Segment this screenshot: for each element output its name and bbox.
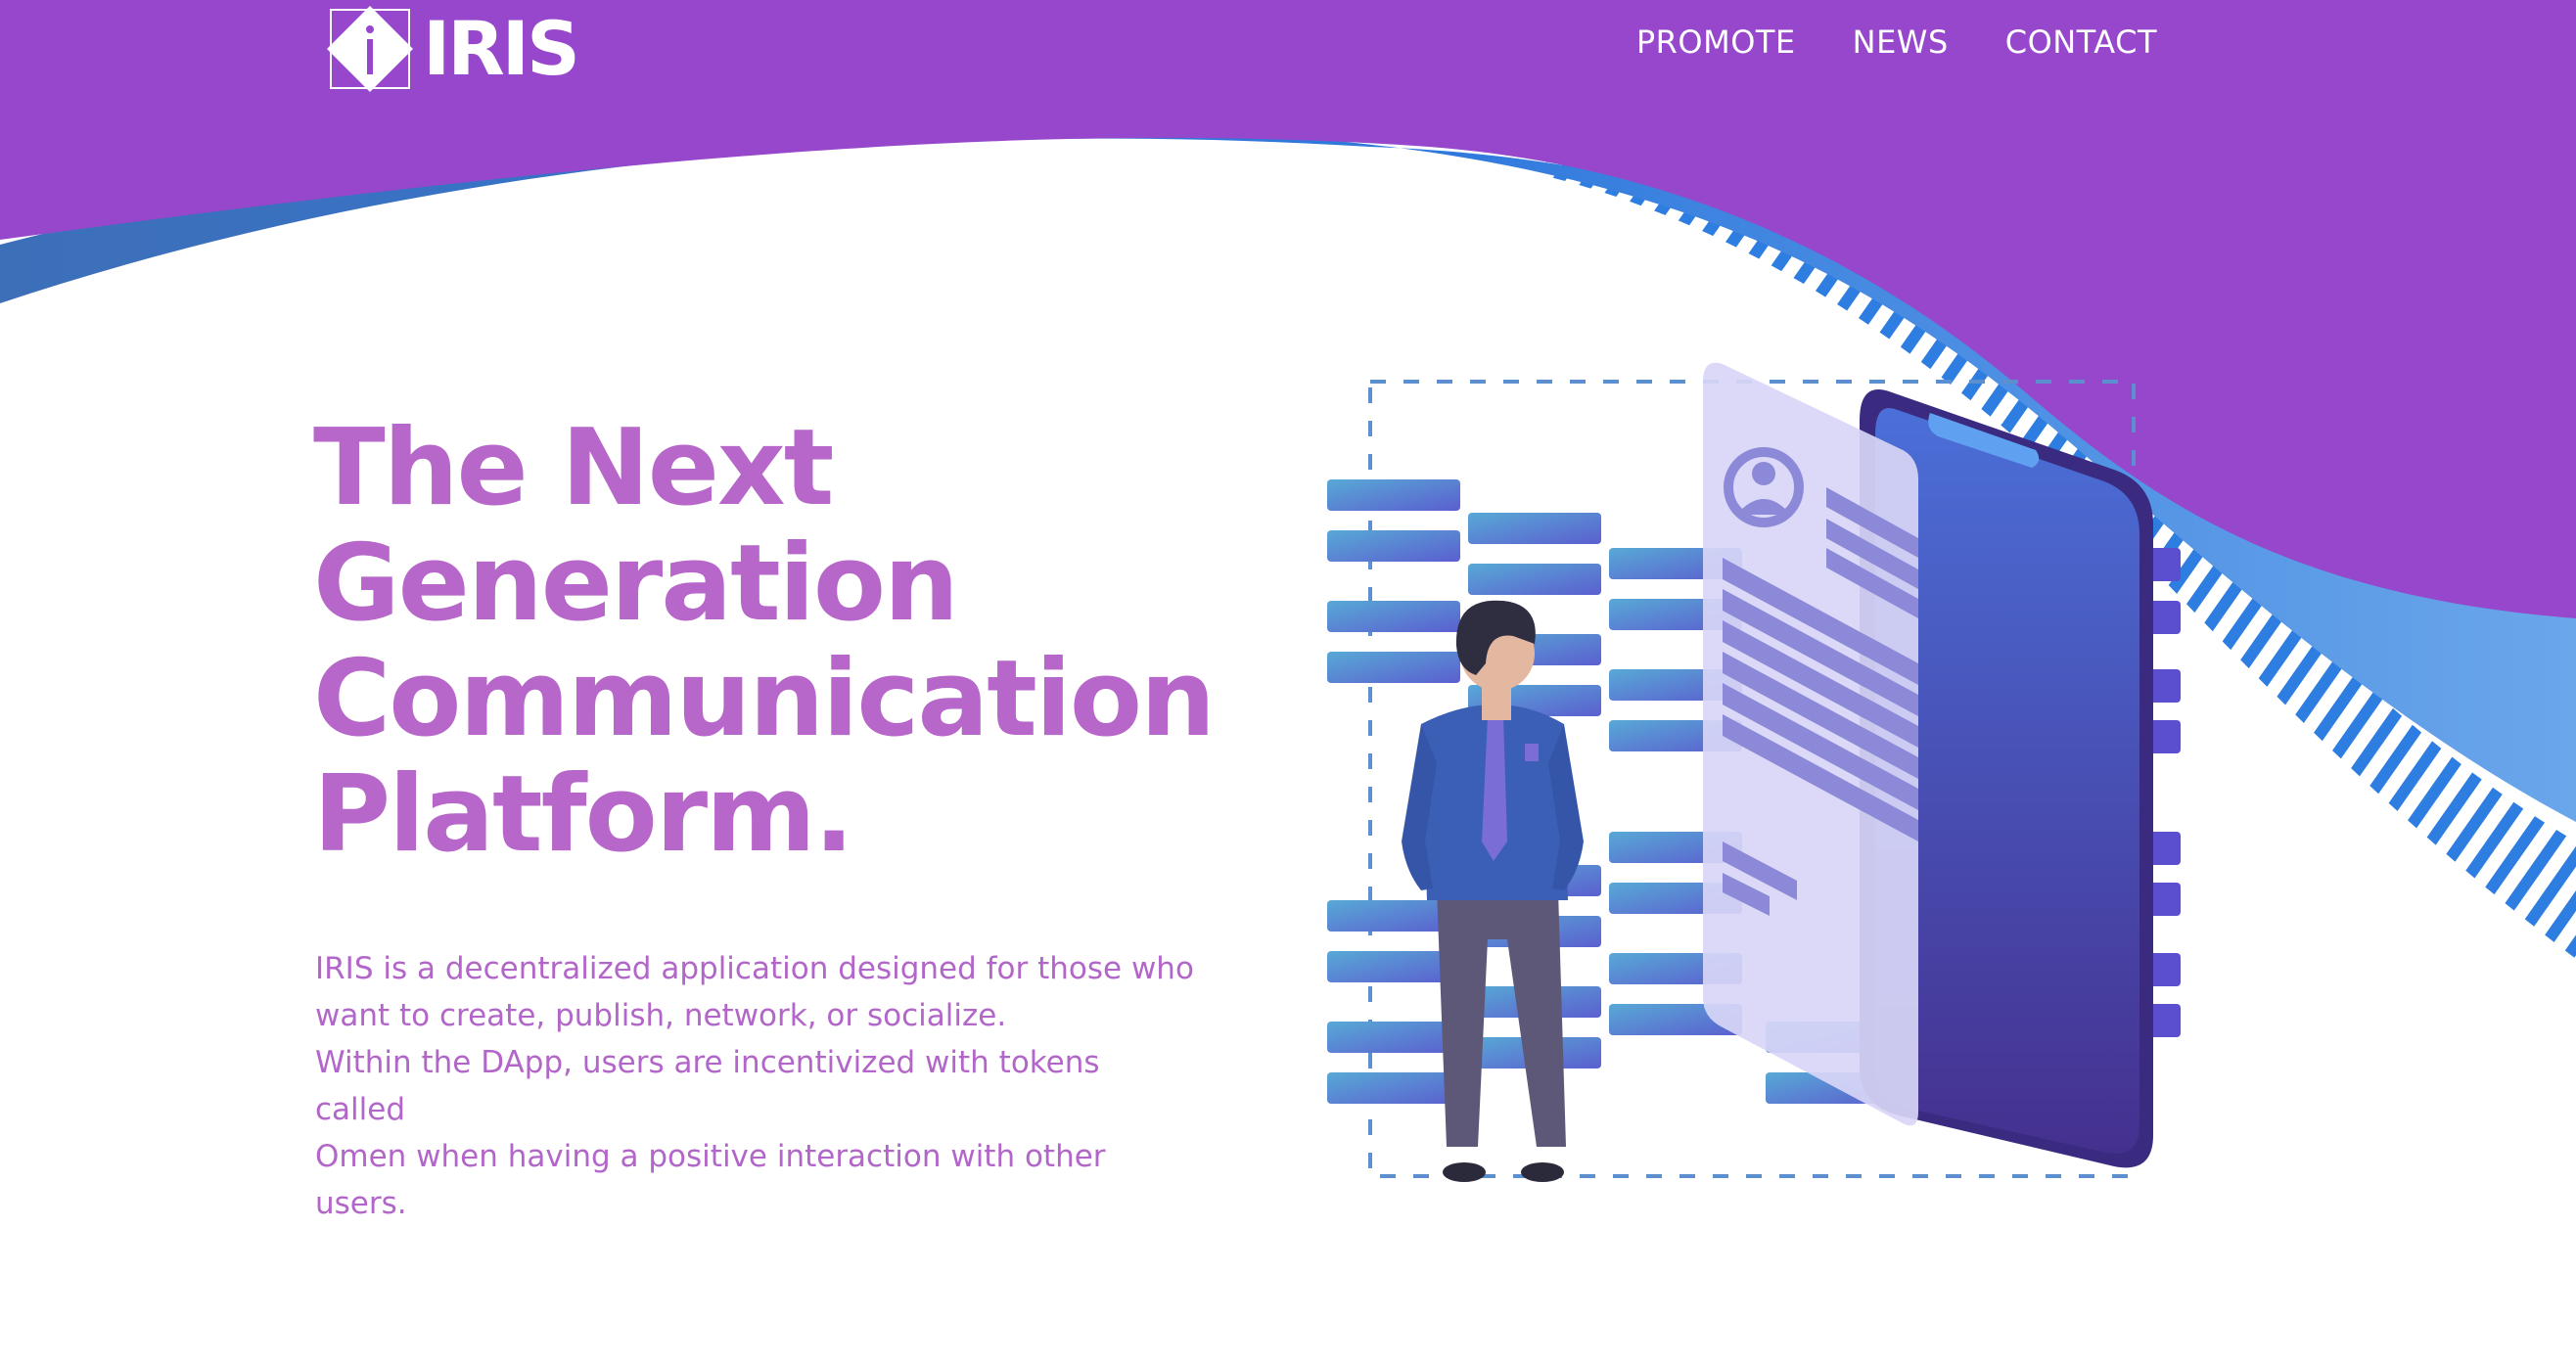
hero-title-line: The Next	[313, 407, 834, 529]
hero-description-line: want to create, publish, network, or soc…	[315, 998, 1007, 1033]
brand-name: IRIS	[423, 5, 580, 92]
hero-illustration	[1327, 362, 2181, 1182]
hero-title-line: Generation	[313, 523, 959, 645]
nav-link-promote[interactable]: PROMOTE	[1636, 23, 1796, 61]
nav-link-news[interactable]: NEWS	[1853, 23, 1949, 61]
hero-description-line: Omen when having a positive interaction …	[315, 1139, 1106, 1221]
profile-card-icon	[1703, 362, 1918, 1126]
brand-logo[interactable]: IRIS	[323, 2, 580, 96]
hero-description-line: Within the DApp, users are incentivized …	[315, 1045, 1100, 1127]
hero-title-line: Platform.	[313, 753, 854, 876]
diamond-logo-icon	[327, 6, 413, 92]
hero-title: The Next Generation Communication Platfo…	[313, 407, 1216, 876]
hero-title-line: Communication	[313, 638, 1216, 760]
phone-side-buttons	[2149, 548, 2181, 1037]
hero-description-line: IRIS is a decentralized application desi…	[315, 951, 1194, 986]
main-nav: PROMOTE NEWS CONTACT	[1636, 23, 2157, 61]
hero-description: IRIS is a decentralized application desi…	[315, 945, 1196, 1227]
nav-link-contact[interactable]: CONTACT	[2005, 23, 2157, 61]
